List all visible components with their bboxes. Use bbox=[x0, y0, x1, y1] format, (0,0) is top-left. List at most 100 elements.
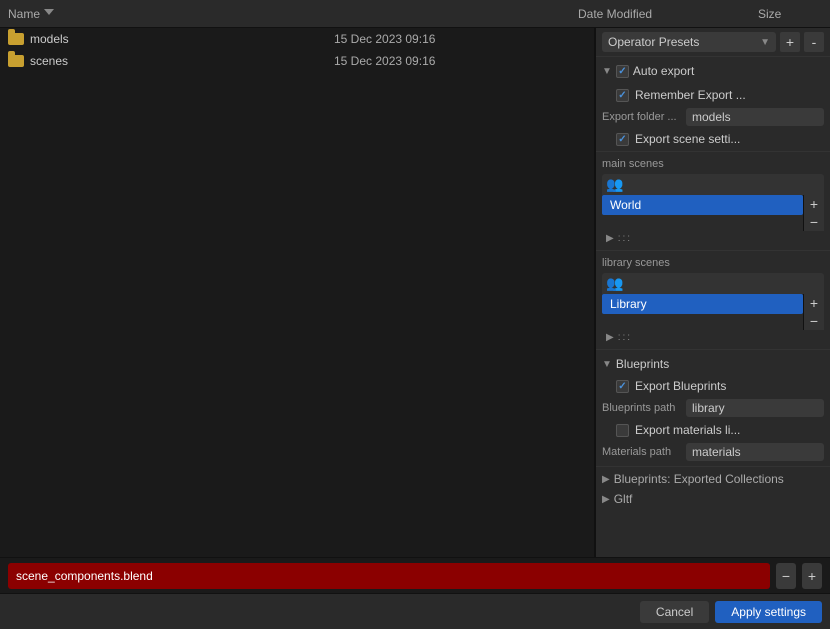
gltf-expand-arrow-icon: ▶ bbox=[602, 494, 610, 505]
divider-2 bbox=[596, 250, 830, 251]
main-scenes-list-with-btns: World + − bbox=[602, 195, 824, 231]
file-name-label: scenes bbox=[30, 54, 68, 68]
export-scene-settings-checkbox[interactable] bbox=[616, 133, 629, 146]
library-scenes-header: 👥 bbox=[602, 273, 824, 294]
export-materials-label: Export materials li... bbox=[635, 423, 740, 437]
export-blueprints-row: Export Blueprints bbox=[596, 376, 830, 396]
cancel-button[interactable]: Cancel bbox=[640, 601, 709, 623]
blueprints-exported-collections-item[interactable]: ▶ Blueprints: Exported Collections bbox=[596, 469, 830, 489]
divider-3 bbox=[596, 349, 830, 350]
materials-path-row: Materials path materials bbox=[596, 440, 830, 464]
library-scenes-buttons: + − bbox=[803, 294, 824, 330]
plus-button[interactable]: + bbox=[802, 563, 822, 589]
library-scene-remove-button[interactable]: − bbox=[804, 312, 824, 330]
main-scenes-header: 👥 bbox=[602, 174, 824, 195]
export-folder-value[interactable]: models bbox=[686, 108, 824, 126]
library-scenes-container: 👥 Library + − ▶ ::: bbox=[596, 271, 830, 347]
operator-presets-dropdown[interactable]: Operator Presets ▼ bbox=[602, 32, 776, 52]
blueprints-path-row: Blueprints path library bbox=[596, 396, 830, 420]
file-browser: models 15 Dec 2023 09:16 scenes 15 Dec 2… bbox=[0, 28, 595, 557]
list-item[interactable]: models 15 Dec 2023 09:16 bbox=[0, 28, 594, 50]
list-item[interactable]: Library bbox=[602, 294, 803, 314]
library-transport-play-icon[interactable]: ▶ bbox=[606, 332, 614, 343]
scene-item-label: World bbox=[610, 198, 641, 212]
divider-1 bbox=[596, 151, 830, 152]
expand-arrow-icon: ▶ bbox=[602, 474, 610, 485]
file-name-cell: scenes bbox=[8, 54, 326, 68]
blueprints-collapsible-header[interactable]: ▼ Blueprints bbox=[602, 354, 824, 374]
file-name-label: models bbox=[30, 32, 69, 46]
col-name-label: Name bbox=[8, 7, 40, 21]
auto-export-section: ▼ Auto export bbox=[596, 57, 830, 85]
main-scene-transport-row: ▶ ::: bbox=[602, 231, 824, 246]
blueprints-path-label: Blueprints path bbox=[602, 402, 682, 414]
transport-dots: ::: bbox=[618, 233, 632, 244]
auto-export-header[interactable]: ▼ Auto export bbox=[602, 61, 824, 81]
export-folder-row: Export folder ... models bbox=[596, 105, 830, 129]
right-panel: Operator Presets ▼ + - ▼ Auto export Rem… bbox=[595, 28, 830, 557]
presets-add-button[interactable]: + bbox=[780, 32, 800, 52]
main-scene-add-button[interactable]: + bbox=[804, 195, 824, 213]
col-date-header[interactable]: Date Modified bbox=[570, 7, 750, 21]
gltf-item[interactable]: ▶ Gltf bbox=[596, 489, 830, 509]
library-scene-transport-row: ▶ ::: bbox=[602, 330, 824, 345]
blueprints-exported-collections-label: Blueprints: Exported Collections bbox=[614, 472, 784, 486]
export-folder-label: Export folder ... bbox=[602, 111, 682, 123]
filename-input[interactable] bbox=[8, 563, 770, 589]
main-content: models 15 Dec 2023 09:16 scenes 15 Dec 2… bbox=[0, 28, 830, 557]
presets-remove-button[interactable]: - bbox=[804, 32, 824, 52]
main-scenes-label: main scenes bbox=[596, 154, 830, 172]
col-name-header[interactable]: Name bbox=[0, 7, 570, 21]
minus-button[interactable]: − bbox=[776, 563, 796, 589]
file-name-cell: models bbox=[8, 32, 326, 46]
scene-people-icon: 👥 bbox=[606, 176, 623, 193]
library-scenes-list-with-btns: Library + − bbox=[602, 294, 824, 330]
export-scene-settings-row: Export scene setti... bbox=[596, 129, 830, 149]
file-browser-header: Name Date Modified Size bbox=[0, 0, 830, 28]
blueprints-path-value[interactable]: library bbox=[686, 399, 824, 417]
main-scenes-container: 👥 World + − ▶ ::: bbox=[596, 172, 830, 248]
export-scene-settings-label: Export scene setti... bbox=[635, 132, 740, 146]
blueprints-collapse-arrow-icon: ▼ bbox=[602, 359, 612, 370]
export-blueprints-checkbox[interactable] bbox=[616, 380, 629, 393]
remember-export-label: Remember Export ... bbox=[635, 88, 746, 102]
transport-play-icon[interactable]: ▶ bbox=[606, 233, 614, 244]
export-materials-row: Export materials li... bbox=[596, 420, 830, 440]
auto-export-checkbox[interactable] bbox=[616, 65, 629, 78]
gltf-label: Gltf bbox=[614, 492, 633, 506]
blueprints-section: ▼ Blueprints bbox=[596, 352, 830, 376]
remember-export-row: Remember Export ... bbox=[596, 85, 830, 105]
file-date-cell: 15 Dec 2023 09:16 bbox=[326, 54, 506, 68]
file-date-cell: 15 Dec 2023 09:16 bbox=[326, 32, 506, 46]
presets-label: Operator Presets bbox=[608, 35, 699, 49]
apply-settings-button[interactable]: Apply settings bbox=[715, 601, 822, 623]
main-scene-remove-button[interactable]: − bbox=[804, 213, 824, 231]
library-scene-add-button[interactable]: + bbox=[804, 294, 824, 312]
scene-item-label: Library bbox=[610, 297, 647, 311]
main-scenes-buttons: + − bbox=[803, 195, 824, 231]
blueprints-label: Blueprints bbox=[616, 357, 669, 371]
divider-4 bbox=[596, 466, 830, 467]
dropdown-arrow-icon: ▼ bbox=[760, 37, 770, 48]
col-size-header[interactable]: Size bbox=[750, 7, 830, 21]
sort-icon bbox=[44, 9, 54, 19]
library-transport-dots: ::: bbox=[618, 332, 632, 343]
main-scenes-items: World bbox=[602, 195, 803, 231]
export-blueprints-label: Export Blueprints bbox=[635, 379, 726, 393]
bottom-bar: − + bbox=[0, 557, 830, 593]
library-scenes-items: Library bbox=[602, 294, 803, 330]
list-item[interactable]: scenes 15 Dec 2023 09:16 bbox=[0, 50, 594, 72]
collapse-arrow-icon: ▼ bbox=[602, 66, 612, 77]
auto-export-label: Auto export bbox=[633, 64, 694, 78]
list-item[interactable]: World bbox=[602, 195, 803, 215]
export-materials-checkbox[interactable] bbox=[616, 424, 629, 437]
folder-icon bbox=[8, 55, 24, 67]
materials-path-value[interactable]: materials bbox=[686, 443, 824, 461]
materials-path-label: Materials path bbox=[602, 446, 682, 458]
folder-icon bbox=[8, 33, 24, 45]
presets-row: Operator Presets ▼ + - bbox=[596, 28, 830, 57]
library-scenes-label: library scenes bbox=[596, 253, 830, 271]
remember-export-checkbox[interactable] bbox=[616, 89, 629, 102]
dialog-buttons: Cancel Apply settings bbox=[0, 593, 830, 629]
library-scene-people-icon: 👥 bbox=[606, 275, 623, 292]
